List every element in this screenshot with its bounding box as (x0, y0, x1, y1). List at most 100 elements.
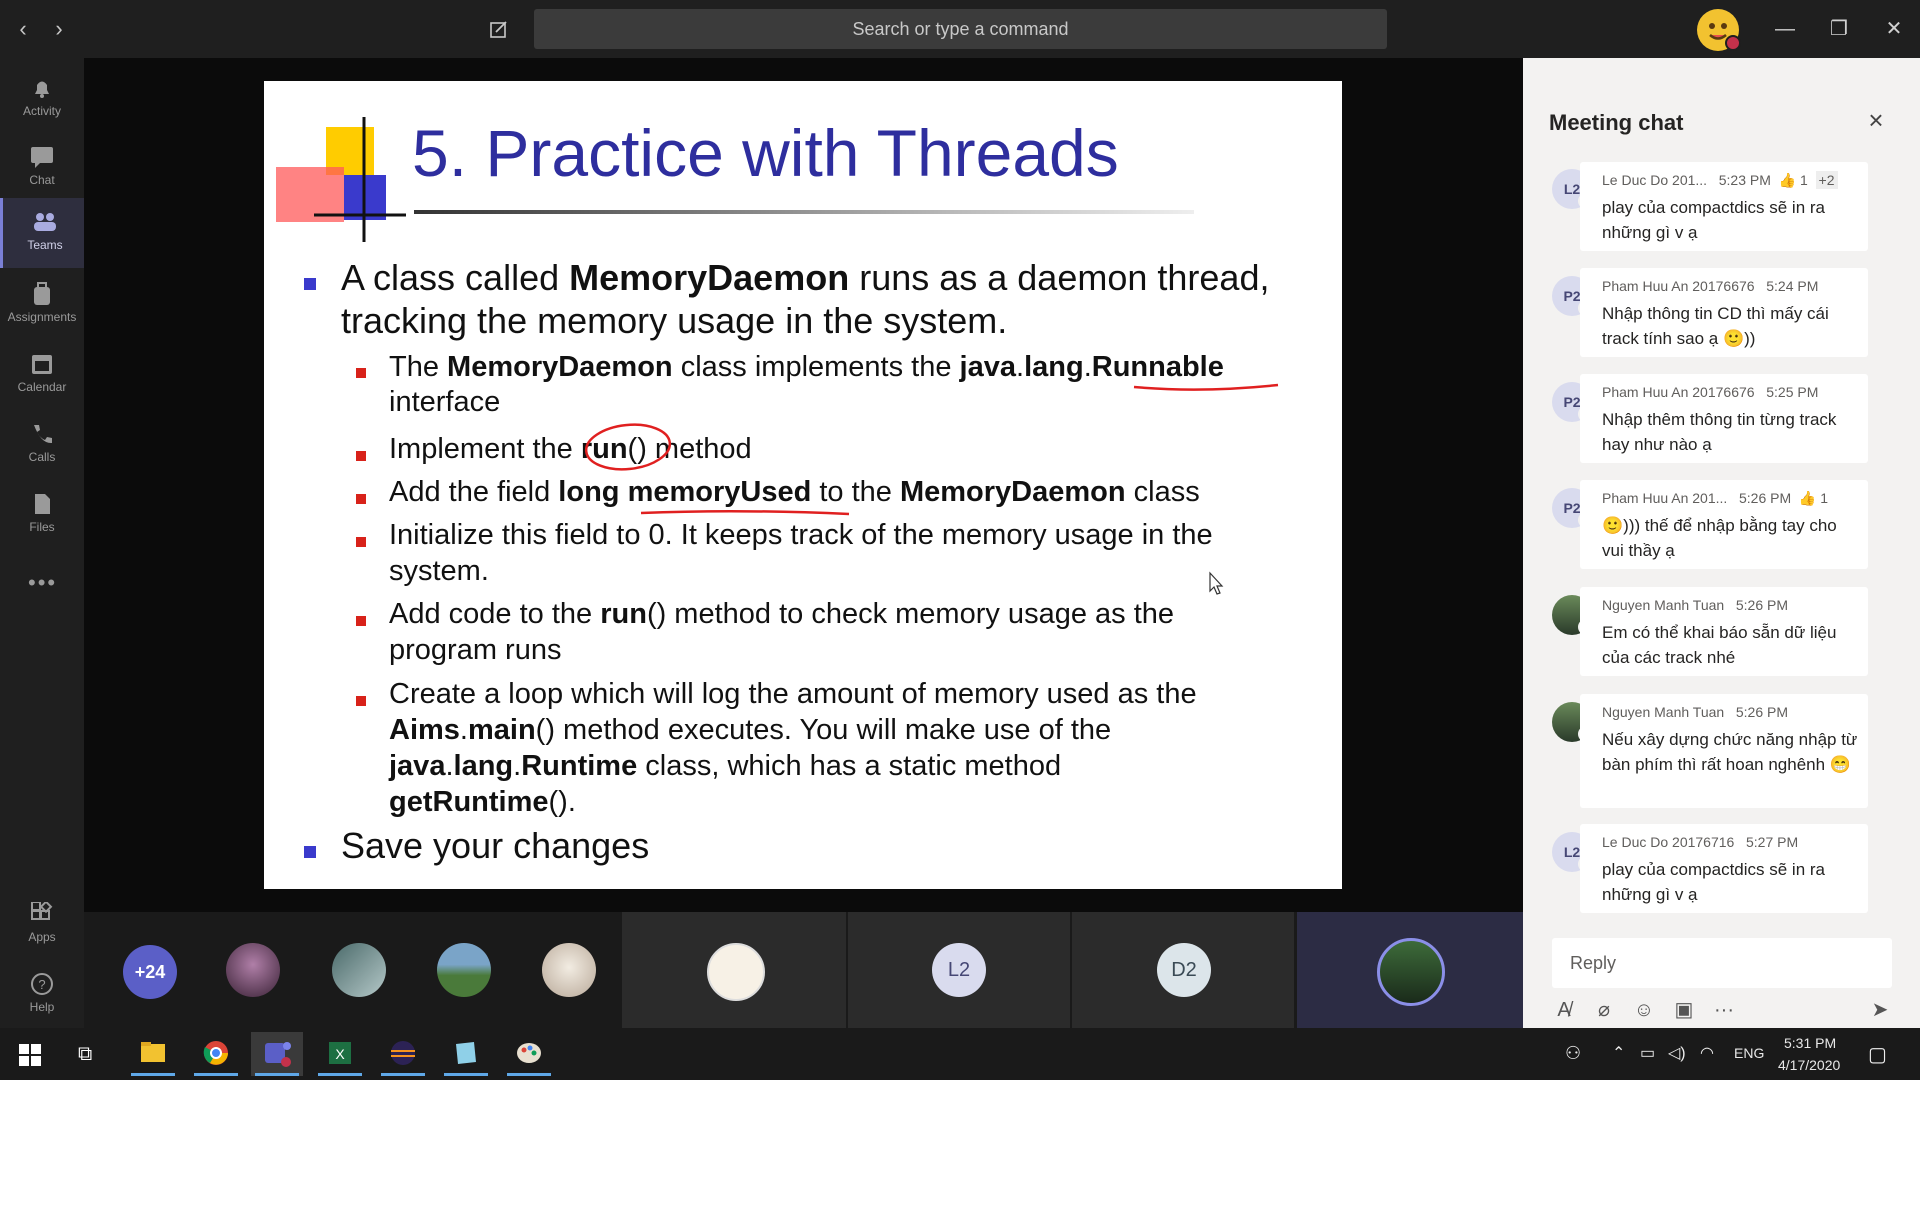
message-author: Pham Huu An 20176676 (1602, 384, 1755, 400)
notepad-icon[interactable] (440, 1032, 492, 1076)
sub-bullet-1-line-1: The MemoryDaemon class implements the ja… (389, 351, 1224, 383)
message-time: 5:27 PM (1746, 834, 1799, 850)
rail-label: Assignments (7, 310, 77, 324)
teams-taskbar-icon[interactable] (251, 1032, 303, 1076)
volume-icon[interactable]: ◁) (1668, 1043, 1686, 1063)
participant-initials: L2 (932, 943, 986, 997)
reply-input[interactable]: Reply (1552, 938, 1892, 988)
participant-avatar[interactable] (542, 943, 596, 997)
message-author: Le Duc Do 201... (1602, 172, 1708, 188)
chat-message[interactable]: Nguyen Manh Tuan 5:26 PM Em có thể khai … (1580, 587, 1868, 676)
message-text: Nhập thêm thông tin từng track hay như n… (1602, 410, 1837, 454)
close-icon[interactable]: ✕ (1879, 14, 1909, 44)
rail-item-activity[interactable]: Activity (0, 64, 84, 132)
compose-icon[interactable] (484, 14, 514, 44)
rail-item-teams[interactable]: Teams (0, 198, 87, 268)
close-chat-icon[interactable]: × (1864, 107, 1888, 133)
sub-bullet-3: Add the field long memoryUsed to the Mem… (389, 476, 1200, 508)
eclipse-icon[interactable] (377, 1032, 429, 1076)
participant-initials: D2 (1157, 943, 1211, 997)
rail-label: Chat (29, 173, 55, 187)
battery-icon[interactable]: ▭ (1640, 1043, 1655, 1063)
rail-label: Apps (28, 930, 56, 944)
clock-time[interactable]: 5:31 PM (1784, 1035, 1836, 1051)
rail-item-apps[interactable]: Apps (0, 890, 84, 958)
notifications-icon[interactable]: ▢ (1868, 1042, 1887, 1067)
profile-avatar[interactable] (1697, 9, 1741, 51)
sub-bullet-4-line-1: Initialize this field to 0. It keeps tra… (389, 519, 1213, 551)
rail-label: Teams (27, 238, 63, 252)
chat-message[interactable]: Pham Huu An 20176676 5:24 PM Nhập thông … (1580, 268, 1868, 357)
sticker-icon[interactable]: ▣ (1670, 996, 1698, 1024)
red-underline-annotation (640, 509, 850, 516)
message-author: Pham Huu An 20176676 (1602, 278, 1755, 294)
excel-icon[interactable]: X (314, 1032, 366, 1076)
svg-text:?: ? (38, 977, 45, 992)
emoji-icon[interactable]: ☺ (1630, 996, 1658, 1024)
active-speaker-avatar[interactable] (1377, 938, 1445, 1006)
format-icon[interactable]: A̸ (1550, 996, 1578, 1024)
restore-icon[interactable]: ❐ (1824, 14, 1854, 44)
people-icon[interactable]: ⚇ (1565, 1043, 1581, 1064)
clock-date[interactable]: 4/17/2020 (1778, 1057, 1840, 1073)
rail-item-help[interactable]: ? Help (0, 960, 84, 1028)
chat-message[interactable]: Le Duc Do 201... 5:23 PM 👍 1 +2 play của… (1580, 162, 1868, 251)
chat-message[interactable]: Pham Huu An 20176676 5:25 PM Nhập thêm t… (1580, 374, 1868, 463)
bullet-2: Save your changes (341, 825, 650, 866)
rail-label: Help (29, 1000, 55, 1014)
bell-icon (35, 81, 49, 98)
more-options-icon[interactable]: ··· (1710, 996, 1738, 1024)
message-text: Nếu xây dựng chức năng nhập từ bàn phím … (1602, 730, 1858, 774)
slide-bullet-square (304, 846, 316, 858)
file-explorer-icon[interactable] (127, 1032, 179, 1076)
chat-message[interactable]: Pham Huu An 201... 5:26 PM 👍 1 🙂))) thế … (1580, 480, 1868, 569)
chrome-icon[interactable] (190, 1032, 242, 1076)
message-author: Pham Huu An 201... (1602, 490, 1728, 506)
bullet-1-line-1: A class called MemoryDaemon runs as a da… (341, 257, 1270, 298)
attach-icon[interactable]: ⌀ (1590, 996, 1618, 1024)
chat-title: Meeting chat (1549, 110, 1684, 135)
windows-start-icon[interactable] (18, 1043, 42, 1072)
chat-message[interactable]: Nguyen Manh Tuan 5:26 PM Nếu xây dựng ch… (1580, 694, 1868, 808)
sub-bullet-6-line-4: getRuntime(). (389, 786, 576, 818)
rail-label: Calendar (17, 380, 67, 394)
wifi-icon[interactable]: ◠ (1700, 1043, 1714, 1063)
task-view-icon[interactable]: ⧉ (78, 1043, 92, 1066)
apps-icon (31, 902, 53, 920)
rail-item-assignments[interactable]: Assignments (0, 270, 84, 338)
forward-arrow-icon[interactable]: › (44, 14, 74, 44)
rail-item-calendar[interactable]: Calendar (0, 340, 84, 408)
minimize-icon[interactable]: — (1770, 14, 1800, 44)
rail-item-chat[interactable]: Chat (0, 133, 84, 201)
slide-title: 5. Practice with Threads (412, 116, 1119, 190)
rail-item-files[interactable]: Files (0, 480, 84, 548)
participant-avatar[interactable] (707, 943, 765, 1001)
more-apps-icon[interactable]: ••• (28, 570, 57, 596)
participant-avatar[interactable] (437, 943, 491, 997)
help-icon: ? (31, 973, 53, 995)
paint-icon[interactable] (503, 1032, 555, 1076)
search-input[interactable]: Search or type a command (534, 9, 1387, 49)
participant-avatar[interactable] (332, 943, 386, 997)
message-author: Nguyen Manh Tuan (1602, 704, 1725, 720)
language-indicator[interactable]: ENG (1734, 1045, 1764, 1061)
slide-bullet-square (304, 278, 316, 290)
chevron-up-icon[interactable]: ⌃ (1612, 1043, 1625, 1063)
overflow-participants-button[interactable]: +24 (123, 945, 177, 999)
rail-item-calls[interactable]: Calls (0, 410, 84, 478)
back-arrow-icon[interactable]: ‹ (8, 14, 38, 44)
slide-bullet-sub (356, 616, 366, 626)
sub-bullet-6-line-1: Create a loop which will log the amount … (389, 678, 1197, 710)
phone-icon (34, 425, 52, 444)
send-icon[interactable]: ➤ (1866, 996, 1894, 1024)
rail-label: Activity (22, 104, 61, 118)
file-icon (35, 494, 50, 514)
message-text: 🙂))) thế để nhập bằng tay cho vui thầy ạ (1602, 516, 1837, 560)
chat-message[interactable]: Le Duc Do 20176716 5:27 PM play của comp… (1580, 824, 1868, 913)
calendar-icon (32, 355, 52, 374)
reaction-badge: 👍 1 (1798, 490, 1829, 506)
presentation-slide: 5. Practice with Threads A class called … (264, 81, 1342, 889)
participant-avatar[interactable] (226, 943, 280, 997)
backpack-icon (34, 282, 50, 305)
sub-bullet-2: Implement the run() method (389, 433, 752, 465)
